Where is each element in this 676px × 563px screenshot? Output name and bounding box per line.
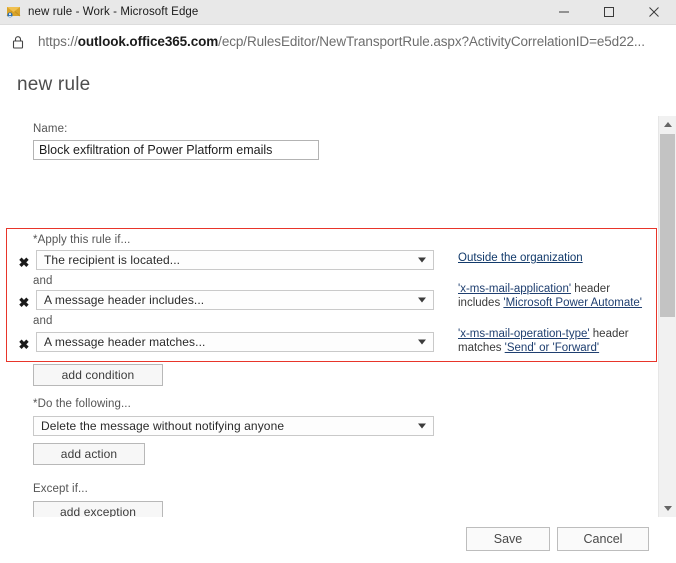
mail-account-icon <box>6 4 22 20</box>
window-title: new rule - Work - Microsoft Edge <box>28 6 199 18</box>
condition-2-match-link[interactable]: 'Microsoft Power Automate' <box>503 297 642 309</box>
condition-3-dropdown-value: A message header matches... <box>44 335 206 349</box>
add-condition-button[interactable]: add condition <box>33 364 163 386</box>
lock-icon <box>10 34 26 50</box>
page-content: new rule Name: *Apply this rule if... ✖ … <box>0 58 676 563</box>
scrollbar-thumb[interactable] <box>660 134 675 317</box>
close-button[interactable] <box>631 0 676 24</box>
condition-2-value: 'x-ms-mail-application' header includes … <box>458 282 654 310</box>
url-text[interactable]: https://outlook.office365.com/ecp/RulesE… <box>38 34 645 49</box>
add-action-button[interactable]: add action <box>33 443 145 465</box>
dialog-footer: Save Cancel <box>0 517 676 563</box>
condition-2-dropdown-value: A message header includes... <box>44 293 205 307</box>
window-controls <box>541 0 676 24</box>
chevron-down-icon <box>418 297 426 303</box>
chevron-up-icon <box>663 122 672 127</box>
maximize-button[interactable] <box>586 0 631 24</box>
remove-condition-2-icon[interactable]: ✖ <box>17 296 31 309</box>
name-label: Name: <box>33 123 68 135</box>
condition-2-header-link[interactable]: 'x-ms-mail-application' <box>458 283 571 295</box>
and-label-1: and <box>33 275 53 287</box>
chevron-down-icon <box>418 257 426 263</box>
window-titlebar: new rule - Work - Microsoft Edge <box>0 0 676 25</box>
apply-rule-label: *Apply this rule if... <box>33 234 131 246</box>
condition-1-dropdown[interactable]: The recipient is located... <box>36 250 434 270</box>
except-if-label: Except if... <box>33 483 88 495</box>
url-path: /ecp/RulesEditor/NewTransportRule.aspx?A… <box>218 34 645 49</box>
cancel-button[interactable]: Cancel <box>557 527 649 551</box>
condition-3-match-link[interactable]: 'Send' or 'Forward' <box>505 342 599 354</box>
condition-3-header-link[interactable]: 'x-ms-mail-operation-type' <box>458 328 590 340</box>
url-prefix: https:// <box>38 34 78 49</box>
condition-1-value-link[interactable]: Outside the organization <box>458 252 583 264</box>
scroll-down-button[interactable] <box>659 500 676 517</box>
minimize-button[interactable] <box>541 0 586 24</box>
action-dropdown[interactable]: Delete the message without notifying any… <box>33 416 434 436</box>
vertical-scrollbar[interactable] <box>658 116 676 517</box>
and-label-2: and <box>33 315 53 327</box>
condition-1-value: Outside the organization <box>458 251 654 265</box>
do-following-label: *Do the following... <box>33 398 131 410</box>
scroll-up-button[interactable] <box>659 116 676 133</box>
rule-name-input[interactable] <box>33 140 319 160</box>
remove-condition-1-icon[interactable]: ✖ <box>17 256 31 269</box>
url-host: outlook.office365.com <box>77 34 219 49</box>
chevron-down-icon <box>418 423 426 429</box>
remove-condition-3-icon[interactable]: ✖ <box>17 338 31 351</box>
rule-form: Name: *Apply this rule if... ✖ The recip… <box>0 116 657 563</box>
save-button[interactable]: Save <box>466 527 550 551</box>
chevron-down-icon <box>663 506 672 511</box>
condition-3-value: 'x-ms-mail-operation-type' header matche… <box>458 327 654 355</box>
condition-1-dropdown-value: The recipient is located... <box>44 253 181 267</box>
page-title: new rule <box>17 74 91 95</box>
chevron-down-icon <box>418 339 426 345</box>
address-bar[interactable]: https://outlook.office365.com/ecp/RulesE… <box>0 25 676 59</box>
action-dropdown-value: Delete the message without notifying any… <box>41 419 285 433</box>
condition-2-dropdown[interactable]: A message header includes... <box>36 290 434 310</box>
condition-3-dropdown[interactable]: A message header matches... <box>36 332 434 352</box>
